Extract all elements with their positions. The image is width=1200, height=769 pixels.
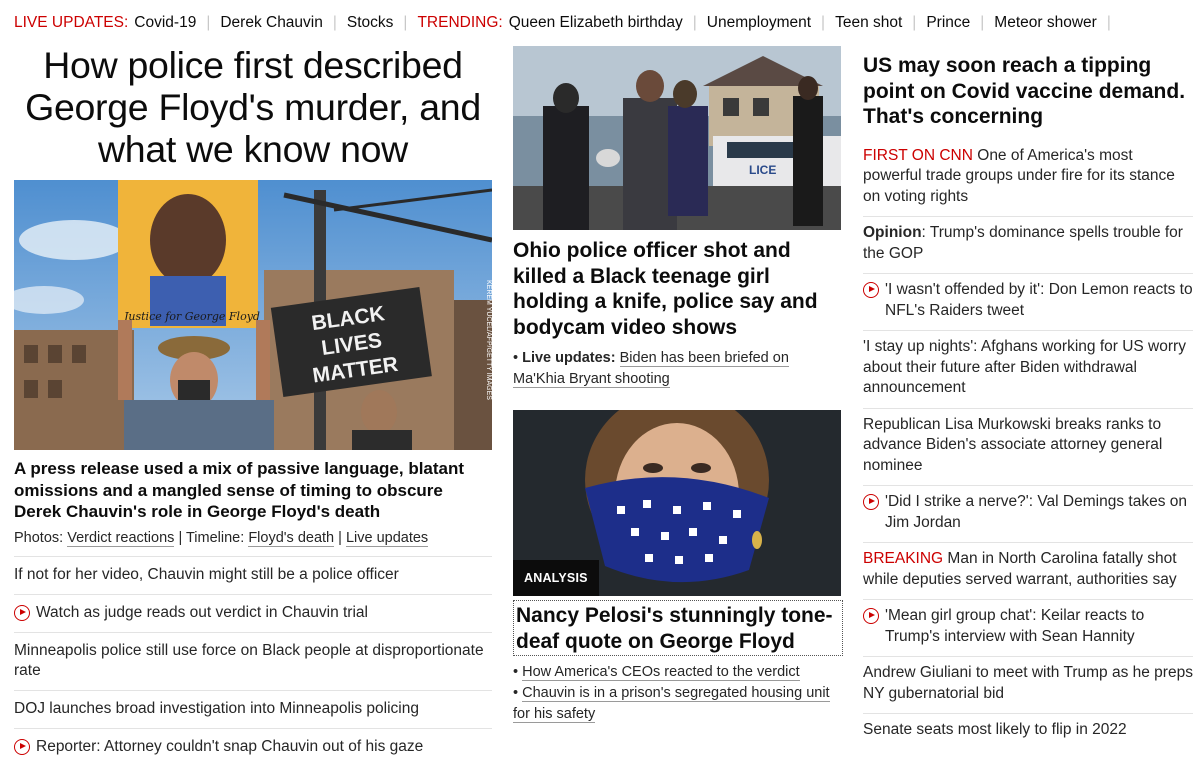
list-item-text: Watch as judge reads out verdict in Chau… (36, 603, 368, 621)
live-updates-bold-label: Live updates: (522, 350, 616, 366)
list-item-text: 'I stay up nights': Afghans working for … (863, 338, 1186, 396)
image-credit: KEREM YUCEL/AFP/GETTY IMAGES (485, 280, 492, 400)
nav-link-covid[interactable]: Covid-19 (134, 14, 196, 32)
list-item-text: 'Mean girl group chat': Keilar reacts to… (885, 607, 1145, 645)
list-item-text: BREAKING Man in North Carolina fatally s… (863, 550, 1177, 588)
nav-separator: | (821, 14, 826, 31)
list-item[interactable]: Republican Lisa Murkowski breaks ranks t… (863, 409, 1193, 486)
list-item-text: Reporter: Attorney couldn't snap Chauvin… (36, 737, 424, 755)
nav-separator: | (1106, 14, 1111, 31)
timeline-label: Timeline: (185, 529, 245, 546)
list-item-text: Senate seats most likely to flip in 2022 (863, 721, 1127, 738)
list-item[interactable]: Reporter: Attorney couldn't snap Chauvin… (14, 727, 492, 766)
nav-link-unemployment[interactable]: Unemployment (707, 14, 811, 32)
list-item[interactable]: BREAKING Man in North Carolina fatally s… (863, 543, 1193, 600)
list-item[interactable]: If not for her video, Chauvin might stil… (14, 555, 492, 594)
play-video-icon (14, 604, 30, 621)
nav-link-queen-elizabeth[interactable]: Queen Elizabeth birthday (509, 14, 683, 32)
nav-separator: | (912, 14, 917, 31)
lead-subheadline[interactable]: A press release used a mix of passive la… (14, 458, 492, 523)
list-item-text: If not for her video, Chauvin might stil… (14, 565, 399, 583)
play-video-icon (863, 282, 879, 298)
pelosi-related-bullet[interactable]: • Chauvin is in a prison's segregated ho… (513, 683, 841, 725)
pelosi-story-image[interactable]: ANALYSIS (513, 410, 841, 596)
live-updates-label: LIVE UPDATES: (14, 14, 129, 31)
covid-vaccine-headline[interactable]: US may soon reach a tipping point on Cov… (863, 53, 1193, 130)
list-item[interactable]: Senate seats most likely to flip in 2022 (863, 714, 1193, 750)
verdict-reactions-link[interactable]: Verdict reactions (67, 529, 175, 547)
first-on-cnn-tag: FIRST ON CNN (863, 146, 973, 164)
list-item[interactable]: DOJ launches broad investigation into Mi… (14, 689, 492, 728)
trending-label: TRENDING: (417, 14, 503, 31)
separator: | (178, 529, 186, 546)
nav-link-teen-shot[interactable]: Teen shot (835, 14, 902, 32)
analysis-badge: ANALYSIS (513, 560, 599, 596)
ohio-story-image[interactable]: LICE (513, 46, 841, 230)
list-item[interactable]: 'I wasn't offended by it': Don Lemon rea… (863, 274, 1193, 331)
opinion-tag: Opinion (863, 224, 922, 241)
lead-image[interactable]: Justice for George Floyd BLACK LIVES MAT… (14, 180, 492, 450)
play-video-icon (863, 608, 879, 624)
photos-label: Photos: (14, 529, 64, 546)
list-item[interactable]: 'Did I strike a nerve?': Val Demings tak… (863, 486, 1193, 543)
breaking-tag: BREAKING (863, 550, 944, 567)
right-headline-list: FIRST ON CNN One of America's most power… (863, 140, 1193, 750)
lead-headline[interactable]: How police first described George Floyd'… (14, 44, 492, 170)
list-item[interactable]: Minneapolis police still use force on Bl… (14, 631, 492, 690)
portrait-sign-text: Justice for George Floyd (122, 310, 260, 323)
svg-text:LICE: LICE (749, 163, 776, 177)
nav-link-derek-chauvin[interactable]: Derek Chauvin (220, 14, 323, 32)
nav-separator: | (692, 14, 697, 31)
list-item-text: Andrew Giuliani to meet with Trump as he… (863, 664, 1193, 702)
top-nav: LIVE UPDATES: Covid-19 | Derek Chauvin |… (14, 12, 1121, 34)
list-item[interactable]: Watch as judge reads out verdict in Chau… (14, 593, 492, 632)
bullet-text: Chauvin is in a prison's segregated hous… (513, 685, 830, 723)
nav-link-meteor-shower[interactable]: Meteor shower (994, 14, 1097, 32)
nav-link-prince[interactable]: Prince (926, 14, 970, 32)
bullet-text: How America's CEOs reacted to the verdic… (522, 664, 800, 681)
ohio-story-headline[interactable]: Ohio police officer shot and killed a Bl… (513, 238, 841, 340)
list-item[interactable]: Andrew Giuliani to meet with Trump as he… (863, 657, 1193, 714)
list-item-text: Minneapolis police still use force on Bl… (14, 641, 484, 679)
related-links: Photos: Verdict reactions | Timeline: Fl… (14, 529, 492, 547)
list-item[interactable]: 'I stay up nights': Afghans working for … (863, 331, 1193, 409)
live-updates-link[interactable]: Live updates (345, 529, 429, 547)
lead-column: How police first described George Floyd'… (14, 44, 492, 766)
play-video-icon (863, 494, 879, 510)
list-item-text: Opinion: Trump's dominance spells troubl… (863, 224, 1183, 262)
nav-separator: | (403, 14, 408, 31)
play-video-icon (14, 738, 30, 755)
separator: | (338, 529, 346, 546)
floyds-death-link[interactable]: Floyd's death (248, 529, 335, 547)
nav-separator: | (206, 14, 211, 31)
nav-separator: | (332, 14, 337, 31)
list-item[interactable]: Opinion: Trump's dominance spells troubl… (863, 217, 1193, 274)
lead-related-list: If not for her video, Chauvin might stil… (14, 555, 492, 766)
list-item-text: 'I wasn't offended by it': Don Lemon rea… (885, 281, 1193, 319)
list-item-text: DOJ launches broad investigation into Mi… (14, 699, 419, 717)
nav-separator: | (980, 14, 985, 31)
pelosi-story-headline[interactable]: Nancy Pelosi's stunningly tone-deaf quot… (513, 600, 843, 656)
ohio-live-updates[interactable]: • Live updates: Biden has been briefed o… (513, 348, 841, 390)
pelosi-related-bullet[interactable]: • How America's CEOs reacted to the verd… (513, 662, 841, 683)
middle-column: LICE Ohio police officer shot and killed… (513, 46, 843, 725)
nav-link-stocks[interactable]: Stocks (347, 14, 394, 32)
list-item-text: Republican Lisa Murkowski breaks ranks t… (863, 415, 1163, 474)
list-item[interactable]: FIRST ON CNN One of America's most power… (863, 140, 1193, 217)
right-column: US may soon reach a tipping point on Cov… (863, 53, 1193, 750)
list-item-text: FIRST ON CNN One of America's most power… (863, 146, 1175, 205)
list-item[interactable]: 'Mean girl group chat': Keilar reacts to… (863, 600, 1193, 657)
list-item-text: 'Did I strike a nerve?': Val Demings tak… (885, 493, 1187, 531)
